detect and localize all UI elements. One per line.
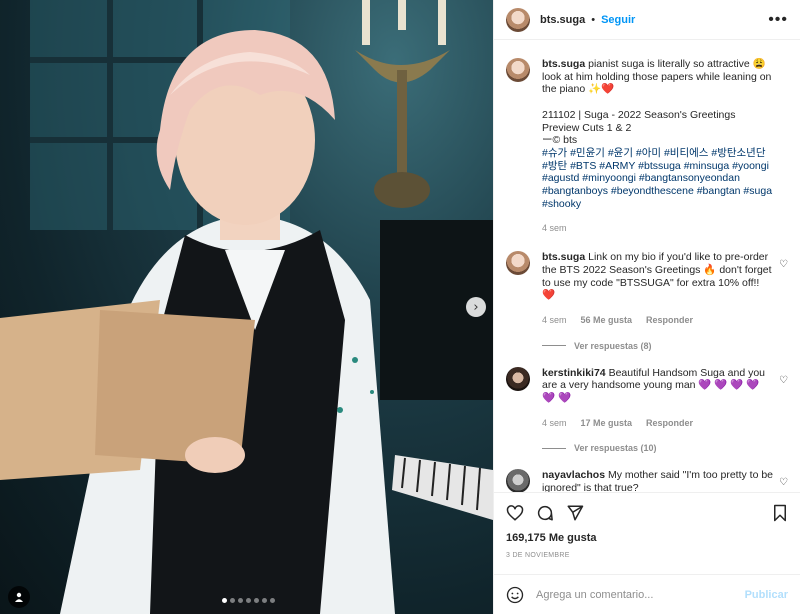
carousel-dot: [238, 598, 243, 603]
carousel-dot: [262, 598, 267, 603]
caption: bts.suga pianist suga is literally so at…: [506, 58, 788, 235]
caption-hashtags[interactable]: #슈가 #민윤기 #윤기 #아미 #비티에스 #방탄소년단 #방탄 #BTS #…: [542, 147, 772, 210]
avatar[interactable]: [506, 469, 530, 492]
photo-illustration: [0, 0, 493, 614]
comments-list[interactable]: bts.suga pianist suga is literally so at…: [494, 40, 800, 492]
carousel-dots: [222, 598, 275, 603]
post-header: bts.suga • Seguir •••: [494, 0, 800, 40]
next-photo-button[interactable]: ›: [466, 297, 486, 317]
post-comment-button[interactable]: Publicar: [745, 589, 788, 601]
carousel-dot: [254, 598, 259, 603]
view-replies-label: Ver respuestas (10): [574, 443, 657, 454]
comment-meta: 4 sem 17 Me gusta Responder: [542, 417, 774, 430]
carousel-dot: [270, 598, 275, 603]
heart-icon[interactable]: ♡: [779, 477, 788, 488]
emoji-icon[interactable]: [506, 586, 524, 604]
comment-item: bts.suga Link on my bio if you'd like to…: [506, 251, 788, 327]
comment-composer: Publicar: [494, 574, 800, 614]
more-horizontal-icon[interactable]: •••: [768, 11, 788, 28]
reply-button[interactable]: Responder: [646, 314, 693, 327]
comment-likes[interactable]: 56 Me gusta: [581, 314, 633, 327]
caption-username[interactable]: bts.suga: [542, 58, 585, 70]
comment-item: kerstinkiki74 Beautiful Handsom Suga and…: [506, 366, 788, 430]
comment-meta: 4 sem 56 Me gusta Responder: [542, 314, 774, 327]
chevron-right-icon: ›: [473, 299, 479, 315]
post-photo[interactable]: ›: [0, 0, 493, 614]
comment-username[interactable]: kerstinkiki74: [542, 367, 606, 379]
comment-time[interactable]: 4 sem: [542, 314, 567, 327]
comment-username[interactable]: nayavlachos: [542, 469, 605, 481]
heart-icon[interactable]: ♡: [779, 259, 788, 270]
reply-button[interactable]: Responder: [646, 417, 693, 430]
post-date[interactable]: 3 DE NOVIEMBRE: [494, 544, 800, 574]
carousel-dot: [246, 598, 251, 603]
comment-username[interactable]: bts.suga: [542, 251, 585, 263]
avatar[interactable]: [506, 7, 530, 32]
comment-likes[interactable]: 17 Me gusta: [581, 417, 633, 430]
post-modal: › bts.suga • Seguir ••• bts.suga pianist…: [0, 0, 800, 614]
caption-meta: 4 sem: [542, 222, 774, 235]
comment-time[interactable]: 4 sem: [542, 417, 567, 430]
comment-input[interactable]: [536, 588, 733, 601]
view-replies-button[interactable]: Ver respuestas (8): [542, 341, 788, 351]
replies-divider: [542, 345, 566, 347]
send-icon[interactable]: [566, 504, 584, 522]
avatar[interactable]: [506, 251, 530, 276]
replies-divider: [542, 447, 566, 449]
caption-time[interactable]: 4 sem: [542, 222, 567, 235]
view-replies-button[interactable]: Ver respuestas (10): [542, 443, 788, 453]
avatar[interactable]: [506, 58, 530, 82]
avatar[interactable]: [506, 366, 530, 391]
heart-icon[interactable]: [506, 504, 524, 522]
header-separator: •: [591, 13, 596, 26]
action-bar: [494, 492, 800, 532]
view-replies-label: Ver respuestas (8): [574, 340, 652, 351]
caption-line3: ー© bts: [542, 134, 578, 147]
heart-icon[interactable]: ♡: [779, 375, 788, 386]
user-tag-icon: [15, 592, 23, 602]
caption-line2: 211102 | Suga - 2022 Season's Greetings …: [542, 108, 736, 134]
comment-icon[interactable]: [536, 504, 554, 522]
user-tag-button[interactable]: [8, 586, 30, 608]
header-username[interactable]: bts.suga: [540, 14, 585, 26]
bookmark-icon[interactable]: [772, 504, 788, 522]
carousel-dot: [222, 598, 227, 603]
comment-item: nayavlachos My mother said "I'm too pret…: [506, 469, 788, 492]
carousel-dot: [230, 598, 235, 603]
follow-button[interactable]: Seguir: [601, 14, 635, 26]
post-sidebar: bts.suga • Seguir ••• bts.suga pianist s…: [493, 0, 800, 614]
likes-count[interactable]: 169,175 Me gusta: [494, 532, 800, 544]
